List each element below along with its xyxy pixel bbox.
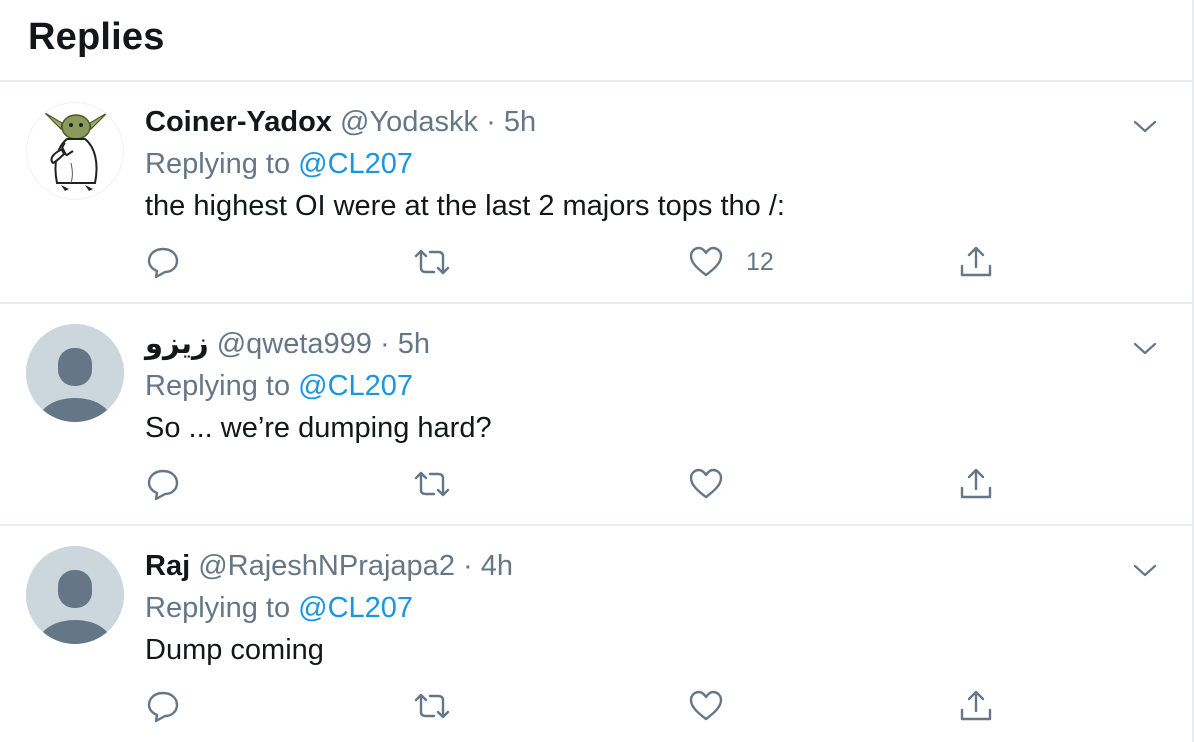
replying-prefix: Replying to [145,592,291,624]
like-count: 12 [746,247,774,276]
reply-tweet[interactable]: Coiner-Yadox @Yodaskk · 5h Replying to @… [0,82,1194,304]
avatar[interactable] [26,102,124,200]
replying-prefix: Replying to [145,148,291,180]
reply-tweet[interactable]: زيزو @qweta999 · 5h Replying to @CL207 S… [0,304,1194,526]
tweet-header: زيزو @qweta999 · 5h [145,326,430,362]
reply-tweet[interactable]: Raj @RajeshNPrajapa2 · 4h Replying to @C… [0,526,1194,740]
tweet-menu-button[interactable] [1132,116,1158,136]
retweet-icon [414,693,450,719]
reply-icon [147,247,179,279]
reply-button[interactable] [145,242,181,282]
tweet-actions [145,464,1005,504]
default-avatar-icon [26,324,124,422]
tweet-text: So ... we’re dumping hard? [145,412,492,444]
retweet-button[interactable] [412,242,452,282]
retweet-icon [414,249,450,275]
reply-button[interactable] [145,686,181,726]
tweet-menu-button[interactable] [1132,338,1158,358]
share-icon [960,468,992,499]
yoda-penguin-avatar-icon [44,112,108,191]
retweet-button[interactable] [412,464,452,504]
reply-icon [147,469,179,501]
like-button[interactable] [688,464,746,504]
retweet-icon [414,471,450,497]
replies-page: Replies Coiner-Yadox @Yodaskk · 5h Reply… [0,0,1194,742]
mention-link[interactable]: @CL207 [298,370,413,402]
heart-icon [689,246,723,277]
share-button[interactable] [958,242,994,282]
display-name[interactable]: Coiner-Yadox [145,106,332,138]
replying-to: Replying to @CL207 [145,146,413,182]
chevron-down-icon [1133,120,1157,133]
tweet-actions: 12 [145,242,1005,282]
timestamp[interactable]: 5h [398,328,430,360]
replying-prefix: Replying to [145,370,291,402]
reply-icon [147,691,179,723]
user-handle[interactable]: @qweta999 [217,328,372,360]
avatar[interactable] [26,546,124,644]
display-name[interactable]: Raj [145,550,190,582]
chevron-down-icon [1133,564,1157,577]
separator-dot: · [463,550,473,582]
tweet-actions [145,686,1005,726]
timestamp[interactable]: 5h [504,106,536,138]
tweet-text: the highest OI were at the last 2 majors… [145,190,785,222]
user-handle[interactable]: @RajeshNPrajapa2 [198,550,455,582]
like-button[interactable] [688,686,746,726]
share-button[interactable] [958,464,994,504]
heart-icon [689,468,723,499]
tweet-menu-button[interactable] [1132,560,1158,580]
replies-header: Replies [0,0,1194,82]
heart-icon [689,690,723,721]
display-name[interactable]: زيزو [145,328,209,360]
replying-to: Replying to @CL207 [145,590,413,626]
share-icon [960,690,992,721]
user-handle[interactable]: @Yodaskk [340,106,478,138]
default-avatar-icon [26,546,124,644]
retweet-button[interactable] [412,686,452,726]
share-icon [960,246,992,277]
tweet-header: Coiner-Yadox @Yodaskk · 5h [145,104,536,140]
reply-button[interactable] [145,464,181,504]
replying-to: Replying to @CL207 [145,368,413,404]
timestamp[interactable]: 4h [481,550,513,582]
like-button[interactable]: 12 [688,242,774,282]
share-button[interactable] [958,686,994,726]
chevron-down-icon [1133,342,1157,355]
mention-link[interactable]: @CL207 [298,592,413,624]
tweet-header: Raj @RajeshNPrajapa2 · 4h [145,548,513,584]
tweet-text: Dump coming [145,634,324,666]
page-title: Replies [28,16,165,58]
separator-dot: · [486,106,496,138]
mention-link[interactable]: @CL207 [298,148,413,180]
separator-dot: · [380,328,390,360]
avatar[interactable] [26,324,124,422]
